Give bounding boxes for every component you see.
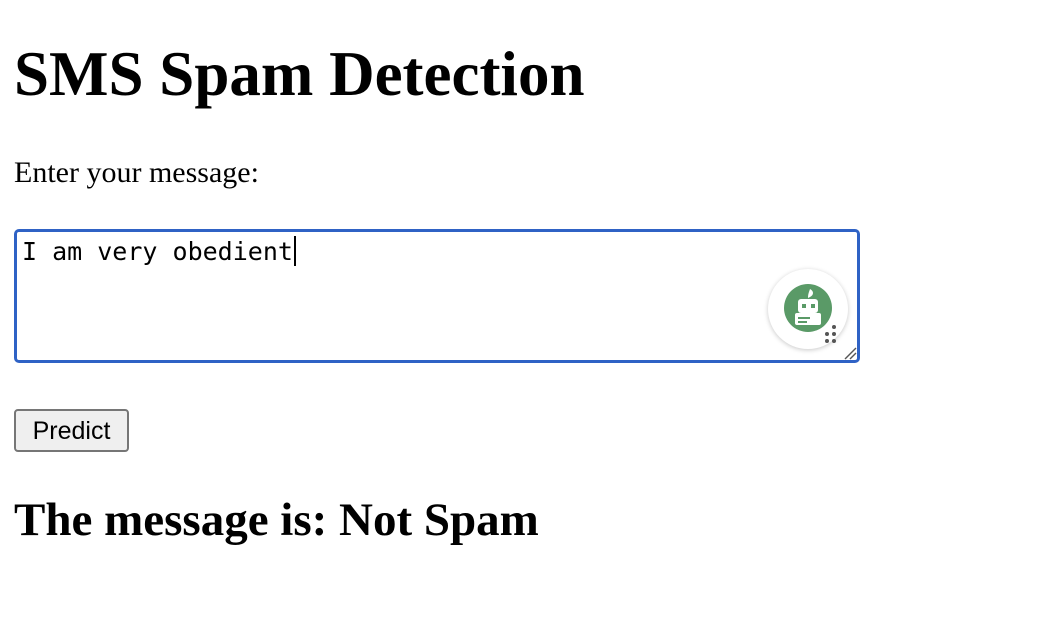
page: SMS Spam Detection Enter your message: I… (0, 0, 1038, 626)
message-prompt-label: Enter your message: (14, 156, 259, 189)
drag-handle-icon[interactable] (822, 325, 840, 343)
prediction-result: The message is: Not Spam (14, 494, 539, 546)
text-caret (293, 236, 296, 266)
message-value-text: I am very obedient (22, 237, 293, 266)
message-input-value[interactable]: I am very obedient (22, 236, 296, 268)
page-title: SMS Spam Detection (14, 39, 585, 109)
message-textarea[interactable]: I am very obedient (14, 229, 860, 363)
predict-button[interactable]: Predict (14, 409, 129, 452)
resize-grip-icon[interactable] (843, 346, 857, 360)
